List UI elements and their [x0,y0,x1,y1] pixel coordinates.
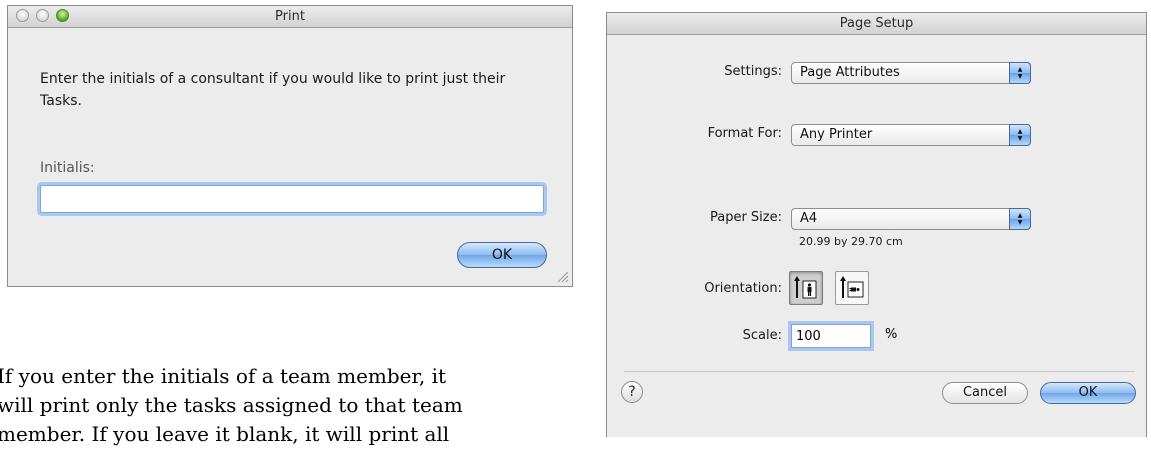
print-dialog: Print Enter the initials of a consultant… [7,5,573,287]
page-setup-titlebar[interactable]: Page Setup [607,13,1146,35]
paper-size-popup-value: A4 [800,211,818,226]
page-setup-body: Settings: Page Attributes ▲ ▼ Format For:… [607,35,1146,438]
print-titlebar[interactable]: Print [8,6,572,28]
page-setup-ok-button[interactable]: OK [1040,382,1136,404]
minimize-button[interactable] [36,9,49,22]
popup-stepper-icon: ▲ ▼ [1009,208,1031,230]
popup-stepper-icon: ▲ ▼ [1009,62,1031,84]
format-for-label: Format For: [707,126,782,141]
settings-popup-value: Page Attributes [800,65,900,80]
scale-unit: % [885,327,898,342]
settings-popup[interactable]: Page Attributes ▲ ▼ [791,62,1031,84]
scale-label: Scale: [742,328,782,343]
format-for-popup[interactable]: Any Printer ▲ ▼ [791,124,1031,146]
divider [624,371,1135,372]
page-setup-title: Page Setup [839,16,914,31]
landscape-orientation-icon [840,276,864,298]
initials-label: Initialis: [40,160,95,176]
format-for-popup-value: Any Printer [800,127,873,142]
page-setup-dialog: Page Setup Settings: Page Attributes ▲ ▼ … [606,12,1147,437]
help-icon[interactable]: ? [621,381,643,403]
scale-input[interactable] [791,324,871,348]
popup-stepper-icon: ▲ ▼ [1009,124,1031,146]
print-dialog-title: Print [275,9,305,24]
resize-grip-icon[interactable] [557,271,569,283]
portrait-orientation-button[interactable] [789,271,823,305]
print-dialog-message: Enter the initials of a consultant if yo… [40,71,506,109]
orientation-label: Orientation: [704,281,782,296]
paper-size-label: Paper Size: [709,210,782,225]
print-ok-button[interactable]: OK [457,242,547,268]
zoom-button[interactable] [56,9,69,22]
window-controls [16,9,69,22]
print-dialog-body: Enter the initials of a consultant if yo… [8,28,572,286]
initials-input[interactable] [40,185,544,213]
document-line: If you enter the initials of a team memb… [0,364,447,388]
document-line: will print only the tasks assigned to th… [0,393,463,417]
portrait-orientation-icon [794,276,817,299]
cancel-button[interactable]: Cancel [942,382,1028,404]
settings-label: Settings: [724,64,782,79]
landscape-orientation-button[interactable] [835,271,869,305]
paper-size-popup[interactable]: A4 ▲ ▼ [791,208,1031,230]
document-paragraph: If you enter the initials of a team memb… [0,362,597,449]
close-button[interactable] [16,9,29,22]
paper-dimensions: 20.99 by 29.70 cm [799,235,903,248]
document-line: member. If you leave it blank, it will p… [0,422,450,446]
